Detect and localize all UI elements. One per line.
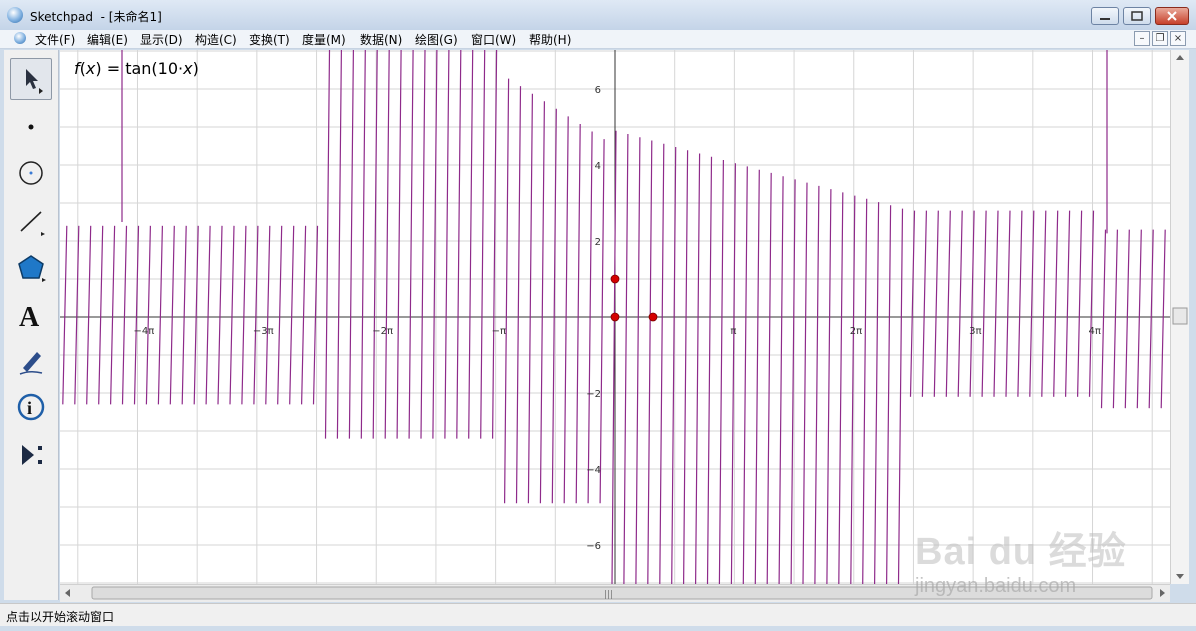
arrow-pointer-icon <box>26 69 43 94</box>
y-tick-label: 4 <box>595 161 601 172</box>
text-a-icon: A <box>19 302 40 330</box>
menu-bar: 文件(F) 编辑(E) 显示(D) 构造(C) 变换(T) 度量(M) 数据(N… <box>0 30 1196 49</box>
menu-help[interactable]: 帮助(H) <box>529 31 571 48</box>
text-tool[interactable]: A <box>10 294 52 336</box>
document-icon[interactable] <box>14 32 26 44</box>
polygon-icon <box>18 255 46 282</box>
scroll-down-arrow-icon[interactable] <box>1176 574 1184 579</box>
circle-icon <box>19 161 43 185</box>
menu-transform[interactable]: 变换(T) <box>249 31 290 48</box>
graph-point[interactable] <box>648 312 658 322</box>
vertical-scroll-thumb[interactable] <box>1172 307 1188 325</box>
toolbox: A i <box>4 50 59 600</box>
svg-text:i: i <box>27 398 32 418</box>
x-tick-label: π <box>730 326 736 337</box>
minimize-icon <box>1100 18 1110 20</box>
doc-close-button[interactable]: × <box>1170 31 1186 46</box>
scroll-grip-icon: ||| <box>604 590 613 600</box>
y-tick-label: 2 <box>595 237 601 248</box>
x-tick-label: 2π <box>850 326 862 337</box>
close-button[interactable] <box>1155 7 1189 25</box>
scroll-left-arrow-icon[interactable] <box>65 589 70 597</box>
compass-tool[interactable] <box>10 152 52 194</box>
graph-plot[interactable]: −4π −3π −2π −π π 2π 3π 4π 6 4 2 −2 −4 −6 <box>60 50 1170 584</box>
graph-point[interactable] <box>610 274 620 284</box>
status-text: 点击以开始滚动窗口 <box>6 610 115 624</box>
title-bar: Sketchpad - [未命名1] <box>0 0 1196 31</box>
menu-measure[interactable]: 度量(M) <box>302 31 346 48</box>
x-tick-label: 3π <box>969 326 981 337</box>
line-segment-icon <box>20 211 45 236</box>
menu-graph[interactable]: 绘图(G) <box>415 31 458 48</box>
marker-tool[interactable] <box>10 340 52 382</box>
sketchpad-app-icon <box>7 7 23 23</box>
window-title: Sketchpad - [未命名1] <box>30 10 162 24</box>
custom-tool[interactable] <box>10 434 52 476</box>
x-tick-label: −π <box>492 326 506 337</box>
restore-icon <box>1131 11 1143 21</box>
x-tick-label: 4π <box>1089 326 1101 337</box>
doc-restore-button[interactable]: ❐ <box>1152 31 1168 46</box>
x-tick-label: −2π <box>372 326 393 337</box>
x-tick-label: −3π <box>253 326 274 337</box>
menu-edit[interactable]: 编辑(E) <box>87 31 128 48</box>
minimize-button[interactable] <box>1091 7 1119 25</box>
baidu-watermark-url: jingyan.baidu.com <box>915 575 1077 597</box>
scroll-up-arrow-icon[interactable] <box>1176 55 1184 60</box>
y-tick-label: −4 <box>586 465 601 476</box>
play-custom-icon <box>22 445 42 465</box>
x-tick-label: −4π <box>133 326 154 337</box>
baidu-watermark-logo: Bai du 经验 <box>915 531 1127 573</box>
marker-pen-icon <box>19 352 43 375</box>
status-bar: 点击以开始滚动窗口 <box>0 603 1196 626</box>
scroll-right-arrow-icon[interactable] <box>1160 589 1165 597</box>
menu-window[interactable]: 窗口(W) <box>471 31 516 48</box>
information-icon: i <box>17 393 45 421</box>
close-icon <box>1167 11 1177 21</box>
point-tool[interactable] <box>10 106 52 148</box>
graph-point[interactable] <box>610 312 620 322</box>
menu-file[interactable]: 文件(F) <box>35 31 75 48</box>
straightedge-tool[interactable] <box>10 200 52 242</box>
selection-arrow-tool[interactable] <box>10 58 52 100</box>
vertical-scrollbar[interactable] <box>1170 50 1189 584</box>
y-tick-label: 6 <box>595 85 601 96</box>
function-label[interactable]: f(x) = tan(10·x) <box>74 59 199 78</box>
point-icon <box>28 124 34 130</box>
vertical-scrollbar-graphic <box>1172 55 1188 579</box>
svg-text:A: A <box>19 302 40 330</box>
menu-construct[interactable]: 构造(C) <box>195 31 237 48</box>
menu-display[interactable]: 显示(D) <box>140 31 183 48</box>
maximize-button[interactable] <box>1123 7 1151 25</box>
y-tick-label: −6 <box>586 541 601 552</box>
menu-number[interactable]: 数据(N) <box>360 31 402 48</box>
doc-minimize-button[interactable]: – <box>1134 31 1150 46</box>
y-tick-label: −2 <box>586 389 601 400</box>
polygon-tool[interactable] <box>10 246 52 288</box>
information-tool[interactable]: i <box>10 386 52 428</box>
sketch-canvas[interactable]: −4π −3π −2π −π π 2π 3π 4π 6 4 2 −2 −4 −6 f(x) = tan(1… <box>60 50 1170 584</box>
